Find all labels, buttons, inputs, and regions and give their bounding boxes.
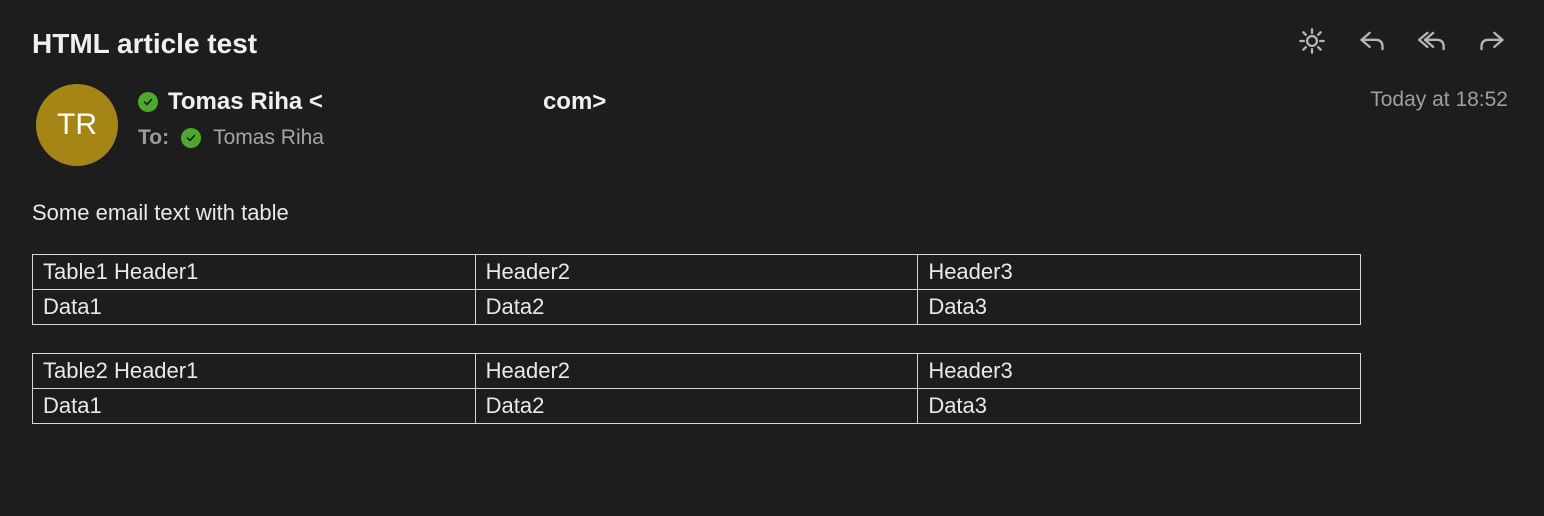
sender-block: TR Tomas Riha < com> To: Tomas Riha: [36, 84, 606, 166]
to-line: To: Tomas Riha: [138, 126, 606, 150]
to-label: To:: [138, 126, 169, 150]
message-toolbar: [1296, 28, 1508, 60]
table-cell: Data2: [475, 290, 918, 325]
reply-all-button[interactable]: [1416, 28, 1448, 60]
table-cell: Data3: [918, 389, 1361, 424]
message-meta: TR Tomas Riha < com> To: Tomas Riha Toda…: [0, 60, 1544, 166]
subject-title: HTML article test: [32, 28, 257, 60]
table-header-cell: Header2: [475, 354, 918, 389]
table-cell: Data1: [33, 290, 476, 325]
meta-lines: Tomas Riha < com> To: Tomas Riha: [138, 84, 606, 166]
reply-icon: [1358, 27, 1386, 61]
sun-icon: [1298, 27, 1326, 61]
message-body: Some email text with table Table1 Header…: [0, 166, 1544, 424]
table-cell: Data1: [33, 389, 476, 424]
toggle-theme-button[interactable]: [1296, 28, 1328, 60]
forward-button[interactable]: [1476, 28, 1508, 60]
table-2: Table2 Header1 Header2 Header3 Data1 Dat…: [32, 353, 1361, 424]
table-row: Data1 Data2 Data3: [33, 389, 1361, 424]
from-name: Tomas Riha <: [168, 88, 323, 116]
timestamp: Today at 18:52: [1370, 84, 1508, 112]
forward-icon: [1478, 27, 1506, 61]
body-text: Some email text with table: [32, 200, 1508, 226]
avatar: TR: [36, 84, 118, 166]
table-cell: Data3: [918, 290, 1361, 325]
reply-all-icon: [1418, 27, 1446, 61]
table-cell: Data2: [475, 389, 918, 424]
message-header: HTML article test: [0, 0, 1544, 60]
table-row: Table1 Header1 Header2 Header3: [33, 255, 1361, 290]
verified-icon: [181, 128, 201, 148]
from-line: Tomas Riha < com>: [138, 88, 606, 116]
table-header-cell: Table1 Header1: [33, 255, 476, 290]
reply-button[interactable]: [1356, 28, 1388, 60]
table-row: Data1 Data2 Data3: [33, 290, 1361, 325]
table-header-cell: Header3: [918, 255, 1361, 290]
avatar-initials: TR: [57, 108, 97, 142]
table-header-cell: Table2 Header1: [33, 354, 476, 389]
from-suffix: com>: [543, 88, 606, 116]
verified-icon: [138, 92, 158, 112]
to-name: Tomas Riha: [213, 126, 324, 150]
table-header-cell: Header3: [918, 354, 1361, 389]
table-row: Table2 Header1 Header2 Header3: [33, 354, 1361, 389]
table-1: Table1 Header1 Header2 Header3 Data1 Dat…: [32, 254, 1361, 325]
table-header-cell: Header2: [475, 255, 918, 290]
